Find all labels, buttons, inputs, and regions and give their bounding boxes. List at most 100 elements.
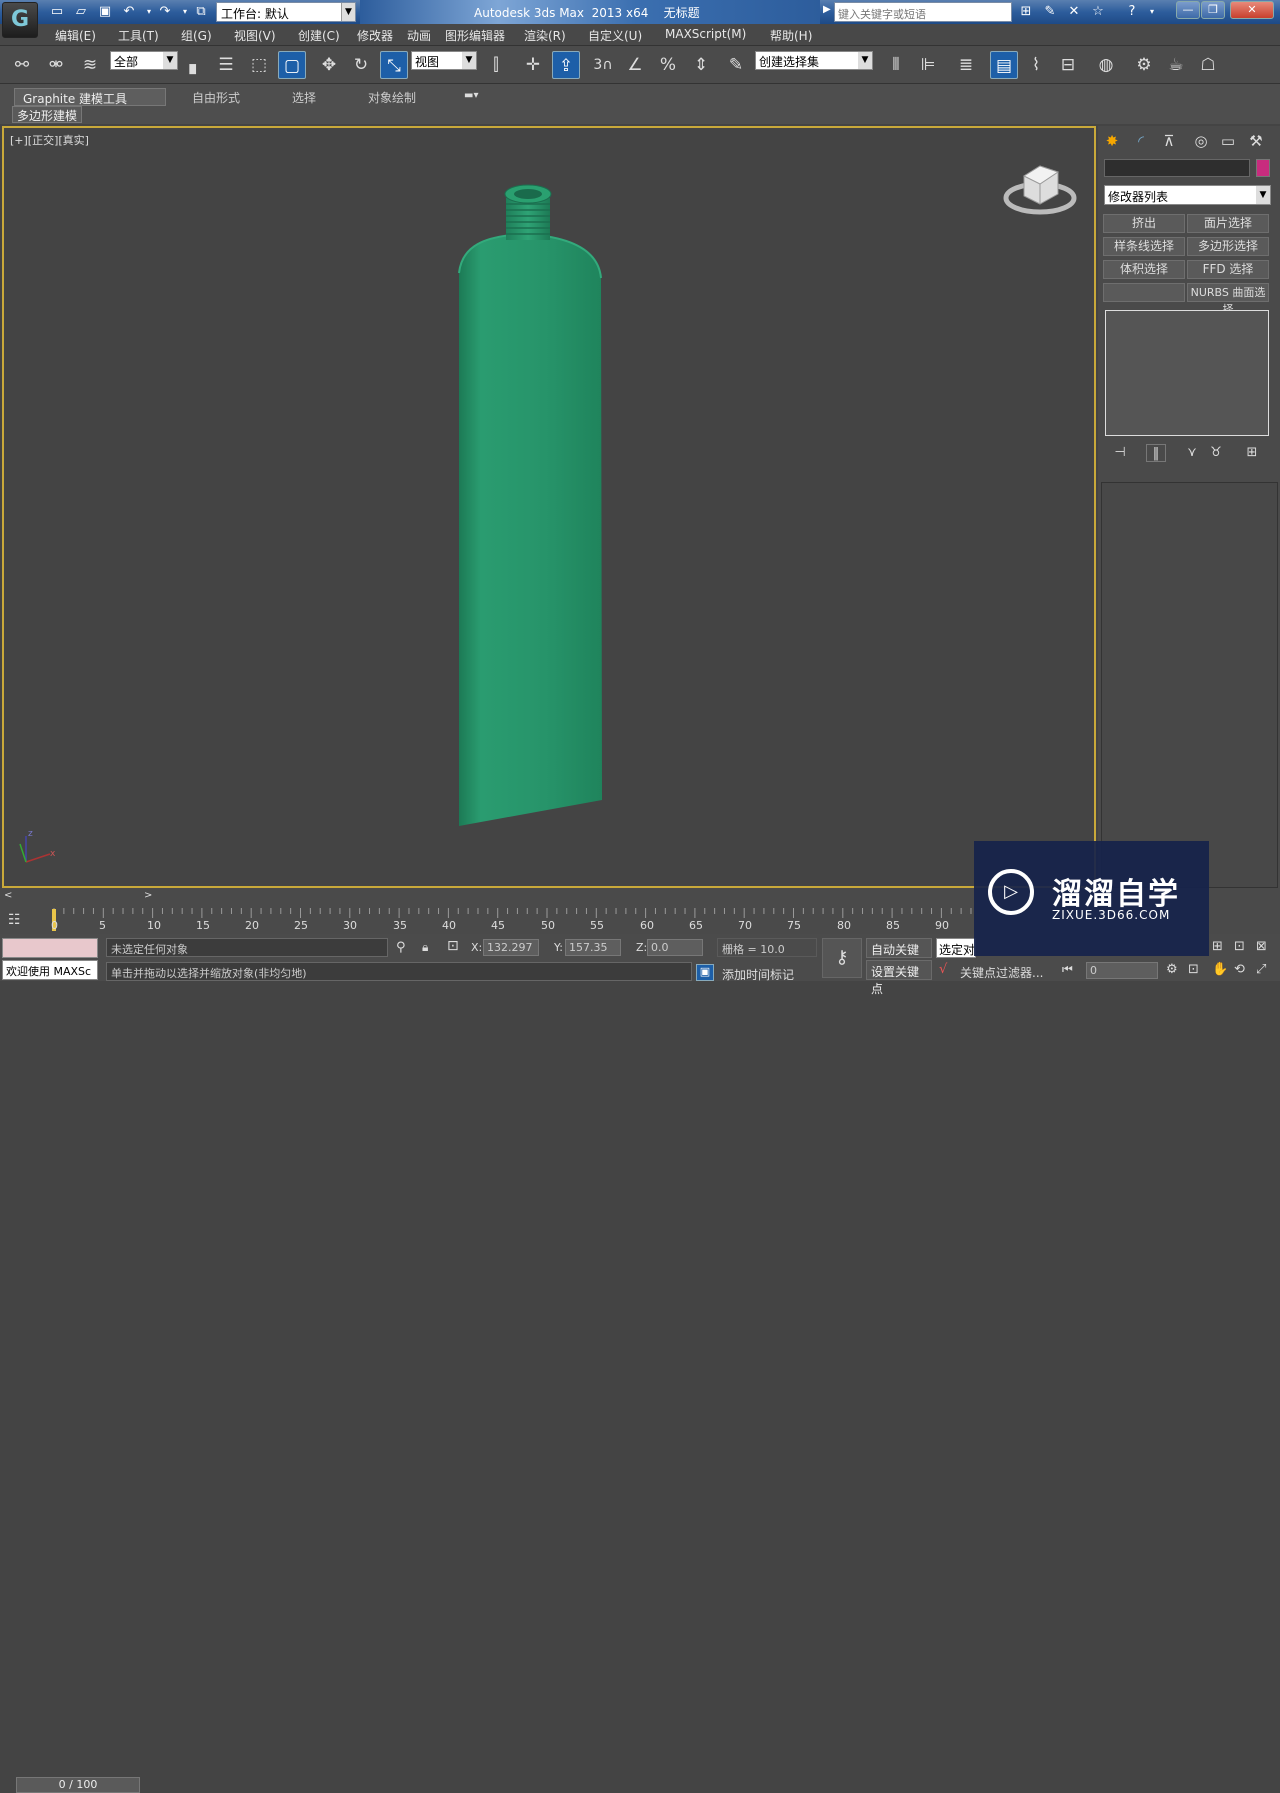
mirror-icon[interactable]: ⫴ [882,51,910,79]
time-tag-icon[interactable]: ▣ [696,964,714,981]
move-icon[interactable]: ✥ [315,51,343,79]
spline-select-button[interactable]: 样条线选择 [1103,237,1185,256]
rendered-frame-icon[interactable]: ☕ [1162,51,1190,79]
window-crossing-icon[interactable]: ▢ [278,51,306,79]
previous-frame-icon[interactable]: < [4,890,12,901]
orbit-icon[interactable]: ⟲ [1234,962,1245,977]
menu-modifiers[interactable]: 修改器 [357,27,393,44]
render-teapot-icon[interactable]: ☖ [1194,51,1222,79]
volume-select-button[interactable]: 体积选择 [1103,260,1185,279]
remove-modifier-icon[interactable]: ♉ [1206,444,1226,462]
unlink-icon[interactable]: ⚮ [42,51,70,79]
selected-set-dropdown[interactable]: 选定对 [936,938,976,958]
tab-freeform[interactable]: 自由形式 [184,88,248,106]
key-filters-button[interactable]: 关键点过滤器... [960,964,1043,981]
pan-hand-icon[interactable]: ✋ [1212,962,1228,977]
selection-filter-dropdown[interactable]: 全部 ▼ [110,51,178,70]
communication-center-icon[interactable]: ✕ [1064,3,1084,21]
nurbs-surface-select-button[interactable]: NURBS 曲面选择 [1187,283,1269,316]
set-key-button[interactable]: 设置关键点 [866,960,932,996]
set-key-icon[interactable]: ⚷ [822,938,862,978]
pin-stack-icon[interactable]: ⊣ [1110,444,1130,462]
menu-animation[interactable]: 动画 [407,27,431,44]
select-object-icon[interactable]: ▖ [182,51,210,79]
rectangle-selection-icon[interactable]: ⬚ [245,51,273,79]
maximize-viewport-icon[interactable]: ⤢ [1256,962,1266,977]
configure-modifier-sets-icon[interactable]: ⊞ [1242,444,1262,462]
scale-icon[interactable]: ⤡ [380,51,408,79]
modifier-stack[interactable] [1105,310,1269,436]
extrude-button[interactable]: 挤出 [1103,214,1185,233]
undo-icon[interactable]: ↶ [120,3,138,21]
auto-key-button[interactable]: 自动关键点 [866,938,932,974]
graphite-toggle-icon[interactable]: ▤ [990,51,1018,79]
angle-snap-icon[interactable]: ∠ [621,51,649,79]
zoom-region-icon[interactable]: ⊠ [1256,939,1267,954]
snaps-toggle-icon[interactable]: 3∩ [589,51,617,79]
time-config-icon[interactable]: ⚙ [1166,962,1178,977]
x-coordinate-field[interactable]: 132.297 [483,939,539,956]
redo-icon[interactable]: ↷ [156,3,174,21]
select-manipulate-icon[interactable]: ✛ [519,51,547,79]
subscription-icon[interactable]: ✎ [1040,3,1060,21]
curve-editor-icon[interactable]: ⌇ [1022,51,1050,79]
menu-edit[interactable]: 编辑(E) [55,27,96,44]
tab-graphite-modeling[interactable]: Graphite 建模工具 [14,88,166,106]
menu-help[interactable]: 帮助(H) [770,27,812,44]
material-editor-icon[interactable]: ◍ [1092,51,1120,79]
menu-maxscript[interactable]: MAXScript(M) [665,27,746,41]
modify-tab-icon[interactable]: ◜ [1129,130,1153,152]
toothpaste-tube-model[interactable] [458,184,602,826]
maxscript-listener-mini[interactable] [2,938,98,958]
make-unique-icon[interactable]: ⋎ [1182,444,1202,462]
minimize-button[interactable]: — [1176,1,1200,19]
poly-select-button[interactable]: 多边形选择 [1187,237,1269,256]
tab-object-paint[interactable]: 对象绘制 [360,88,424,106]
perspective-viewport[interactable]: [+][正交][真实] z x [2,126,1096,888]
tab-polygon-modeling[interactable]: 多边形建模 [12,106,83,123]
display-tab-icon[interactable]: ▭ [1216,130,1240,152]
create-tab-icon[interactable]: ✸ [1100,130,1124,152]
new-file-icon[interactable]: ▭ [48,3,66,21]
help-dropdown-icon[interactable]: ▾ [1142,3,1162,21]
object-color-swatch[interactable] [1256,159,1270,177]
zoom-extents-icon[interactable]: ⊡ [1188,962,1199,977]
ffd-select-button[interactable]: FFD 选择 [1187,260,1269,279]
restore-button[interactable]: ❐ [1201,1,1225,19]
empty-modifier-button[interactable] [1103,283,1185,302]
next-frame-icon[interactable]: > [144,890,152,901]
patch-select-button[interactable]: 面片选择 [1187,214,1269,233]
menu-graph-editors[interactable]: 图形编辑器 [445,27,505,44]
edit-named-selection-icon[interactable]: ✎ [722,51,750,79]
hierarchy-tab-icon[interactable]: ⊼ [1157,130,1181,152]
menu-views[interactable]: 视图(V) [234,27,276,44]
binoculars-icon[interactable]: ⊞ [1016,3,1036,21]
zoom-all-icon[interactable]: ⊞ [1212,939,1223,954]
viewcube-icon[interactable] [1003,165,1077,215]
rotate-icon[interactable]: ↻ [347,51,375,79]
tab-selection[interactable]: 选择 [284,88,324,106]
selection-lock-icon[interactable]: 🔒︎ [422,940,428,955]
maxscript-input[interactable]: 欢迎使用 MAXSc [2,960,98,980]
save-file-icon[interactable]: ▣ [96,3,114,21]
isolate-bulb-icon[interactable]: ⚲ [396,940,406,955]
time-slider[interactable]: 0 / 100 [16,1777,140,1793]
layer-manager-icon[interactable]: ≣ [952,51,980,79]
ribbon-options-icon[interactable]: ▬▾ [464,90,478,101]
object-name-field[interactable] [1104,159,1250,177]
menu-group[interactable]: 组(G) [181,27,212,44]
pivot-center-icon[interactable]: ⫿ [482,51,510,79]
workspace-dropdown[interactable]: 工作台: 默认 ▼ [216,2,356,22]
named-selection-dropdown[interactable]: 创建选择集 ▼ [755,51,873,70]
help-icon[interactable]: ? [1122,3,1142,21]
search-expand-icon[interactable]: ▶ [823,4,831,15]
reference-coord-dropdown[interactable]: 视图 ▼ [411,51,477,70]
schematic-view-icon[interactable]: ⊟ [1054,51,1082,79]
absolute-mode-icon[interactable]: ⊡ [447,938,459,954]
render-setup-icon[interactable]: ⚙ [1130,51,1158,79]
app-logo-icon[interactable]: G [2,2,38,38]
menu-tools[interactable]: 工具(T) [118,27,159,44]
motion-tab-icon[interactable]: ◎ [1189,130,1213,152]
add-time-tag[interactable]: 添加时间标记 [722,966,794,983]
align-icon[interactable]: ⊫ [914,51,942,79]
